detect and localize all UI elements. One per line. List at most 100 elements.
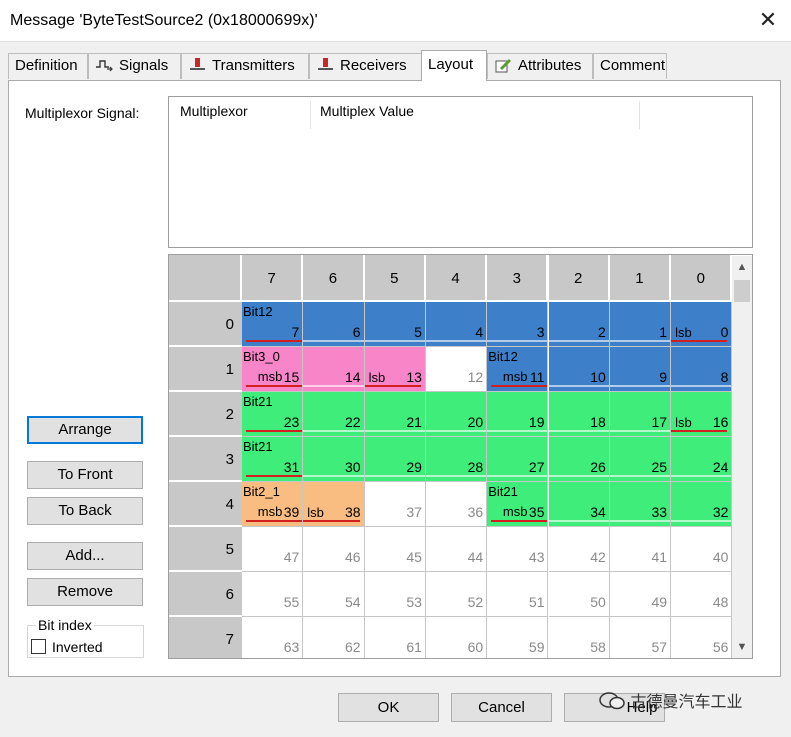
bit-cell[interactable]: 28 xyxy=(425,437,488,482)
bit-cell[interactable]: 55 xyxy=(242,572,304,617)
bit-cell[interactable]: 27 xyxy=(487,437,549,482)
bit-cell[interactable]: 20 xyxy=(425,392,488,437)
signal-arrow-line xyxy=(548,385,609,387)
bit-cell[interactable]: 54 xyxy=(303,572,365,617)
bit-cell[interactable]: 47 xyxy=(242,527,304,572)
add-button[interactable]: Add... xyxy=(27,542,143,570)
to-front-button[interactable]: To Front xyxy=(27,461,143,489)
bit-cell[interactable]: 61 xyxy=(365,617,426,658)
bit-cell[interactable]: 9 xyxy=(609,347,672,392)
bit-cell[interactable]: 12 xyxy=(425,347,488,392)
bit-cell[interactable]: 36 xyxy=(425,482,488,527)
signal-arrow-line xyxy=(246,430,303,432)
bit-cell[interactable]: 51 xyxy=(487,572,549,617)
bit-cell[interactable]: 18 xyxy=(548,392,610,437)
bit-cell[interactable]: 45 xyxy=(364,527,426,572)
bit-cell[interactable]: lsb 0 xyxy=(671,302,733,347)
bit-cell[interactable]: 3 xyxy=(487,302,549,347)
ok-button[interactable]: OK xyxy=(338,693,439,722)
bit-cell[interactable]: 43 xyxy=(487,527,549,572)
bit-cell[interactable]: Bit3_0 msb 15 xyxy=(242,347,304,392)
bit-cell[interactable]: 29 xyxy=(364,437,426,482)
bit-cell[interactable]: 63 xyxy=(242,617,304,658)
scroll-thumb[interactable] xyxy=(734,280,750,302)
bit-cell[interactable]: 41 xyxy=(609,527,672,572)
bit-cell[interactable]: 57 xyxy=(610,617,672,658)
window-title: Message 'ByteTestSource2 (0x18000699x)' xyxy=(10,12,318,29)
multiplexor-list[interactable]: Multiplexor Multiplex Value xyxy=(168,96,753,248)
tab-transmitters[interactable]: Transmitters xyxy=(181,53,309,79)
bit-cell[interactable]: Bit12 7 xyxy=(242,302,304,347)
tab-comment[interactable]: Comment xyxy=(593,53,667,79)
bit-cell[interactable]: 1 xyxy=(609,302,672,347)
scroll-up-icon[interactable]: ▲ xyxy=(734,259,750,275)
bit-number: 41 xyxy=(651,549,668,565)
bit-layout-grid[interactable]: 7 6 5 4 3 2 1 0 0 Bit12 7 6 5 4 3 2 1 lsb 0 1 Bit3_0 msb 15 14 l… xyxy=(168,254,753,659)
bit-number: 11 xyxy=(529,369,545,385)
bit-cell[interactable]: 56 xyxy=(671,617,733,658)
bit-cell[interactable]: Bit21 31 xyxy=(242,437,304,482)
bit-cell[interactable]: 4 xyxy=(425,302,488,347)
signal-arrow-line xyxy=(671,475,732,477)
inverted-label[interactable]: Inverted xyxy=(52,639,103,655)
bit-cell[interactable]: lsb 16 xyxy=(671,392,733,437)
msb-marker: msb xyxy=(257,369,283,384)
bit-cell[interactable]: 53 xyxy=(364,572,426,617)
column-header-multiplex-value[interactable]: Multiplex Value xyxy=(320,103,414,119)
to-back-button[interactable]: To Back xyxy=(27,497,143,525)
bit-cell[interactable]: lsb 13 xyxy=(364,347,426,392)
bit-cell[interactable]: 14 xyxy=(303,347,365,392)
bit-cell[interactable]: 32 xyxy=(671,482,733,527)
bit-cell[interactable]: 46 xyxy=(303,527,365,572)
tab-definition[interactable]: Definition xyxy=(8,53,88,79)
tab-receivers[interactable]: Receivers xyxy=(309,53,423,79)
bit-cell[interactable]: 44 xyxy=(425,527,488,572)
bit-cell[interactable]: 22 xyxy=(303,392,365,437)
bit-cell[interactable]: 58 xyxy=(549,617,610,658)
grid-scrollbar[interactable] xyxy=(732,256,752,658)
scroll-down-icon[interactable]: ▼ xyxy=(734,639,750,655)
bit-cell[interactable]: Bit21 msb 35 xyxy=(487,482,549,527)
tab-signals[interactable]: Signals xyxy=(88,53,181,79)
tab-label: Definition xyxy=(15,57,78,74)
bit-cell[interactable]: 59 xyxy=(487,617,549,658)
remove-button[interactable]: Remove xyxy=(27,578,143,606)
bit-cell[interactable]: 49 xyxy=(609,572,672,617)
signal-arrow-line xyxy=(303,385,364,387)
bit-cell[interactable]: Bit21 23 xyxy=(242,392,304,437)
bit-cell[interactable]: 60 xyxy=(426,617,488,658)
bit-number: 47 xyxy=(283,549,300,565)
bit-cell[interactable]: 17 xyxy=(609,392,672,437)
bit-cell[interactable]: 24 xyxy=(671,437,733,482)
bit-cell[interactable]: 10 xyxy=(548,347,610,392)
bit-cell[interactable]: 30 xyxy=(303,437,365,482)
bit-cell[interactable]: 52 xyxy=(425,572,488,617)
bit-cell[interactable]: Bit12 msb 11 xyxy=(487,347,549,392)
bit-cell[interactable]: 42 xyxy=(548,527,610,572)
bit-cell[interactable]: lsb 38 xyxy=(303,482,365,527)
inverted-checkbox[interactable] xyxy=(31,639,46,654)
bit-cell[interactable]: 19 xyxy=(487,392,549,437)
tab-layout[interactable]: Layout xyxy=(421,50,487,81)
signal-arrow-line xyxy=(609,520,671,522)
arrange-button[interactable]: Arrange xyxy=(27,416,143,444)
bit-cell[interactable]: 5 xyxy=(364,302,426,347)
bit-cell[interactable]: 40 xyxy=(671,527,733,572)
bit-cell[interactable]: 25 xyxy=(609,437,672,482)
close-button[interactable]: ✕ xyxy=(751,4,785,38)
bit-cell[interactable]: 2 xyxy=(548,302,610,347)
bit-cell[interactable]: Bit2_1 msb 39 xyxy=(242,482,304,527)
bit-cell[interactable]: 6 xyxy=(303,302,365,347)
cancel-button[interactable]: Cancel xyxy=(451,693,552,722)
bit-cell[interactable]: 50 xyxy=(548,572,610,617)
bit-cell[interactable]: 48 xyxy=(671,572,733,617)
column-header-multiplexor[interactable]: Multiplexor xyxy=(180,103,248,119)
bit-cell[interactable]: 37 xyxy=(364,482,426,527)
bit-cell[interactable]: 34 xyxy=(548,482,610,527)
bit-cell[interactable]: 33 xyxy=(609,482,672,527)
bit-cell[interactable]: 62 xyxy=(303,617,365,658)
bit-cell[interactable]: 8 xyxy=(671,347,733,392)
bit-cell[interactable]: 21 xyxy=(364,392,426,437)
bit-cell[interactable]: 26 xyxy=(548,437,610,482)
tab-attributes[interactable]: Attributes xyxy=(487,53,593,79)
